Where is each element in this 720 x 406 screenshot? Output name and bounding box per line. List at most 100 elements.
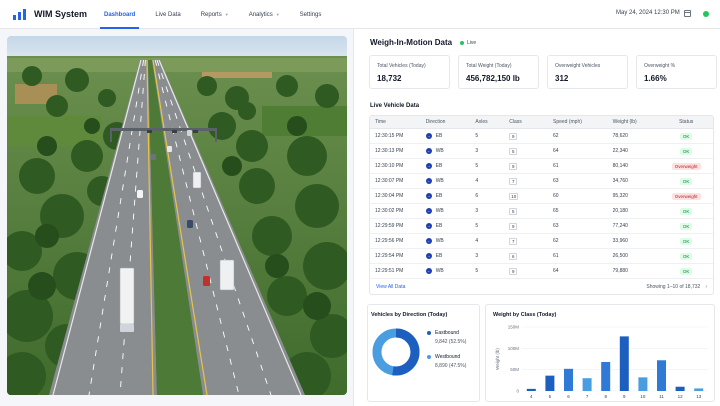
x-tick-label: 9 [623,394,626,399]
cell-time: 12:30:04 PM [375,193,404,199]
table-footer: View All Data Showing 1–10 of 18,732 › [370,279,713,294]
nav-dashboard-label: Dashboard [104,11,136,18]
nav-settings[interactable]: Settings [294,0,328,29]
bar-class-8 [601,361,611,391]
table-row[interactable]: 12:30:07 PM ← WB 4 7 63 34,760 OK [370,174,713,189]
column-header-speed[interactable]: Speed (mph) [548,119,608,125]
table-body: 12:30:15 PM → EB 5 9 62 78,620 OK 12:30:13 PM ← WB… [370,129,713,279]
legend-value: 8,890 (47.5%) [435,363,467,369]
cell-speed: 64 [552,148,559,154]
cell-axles: 3 [475,253,479,259]
stat-label: Overweight % [644,63,676,69]
table-row[interactable]: 12:29:56 PM ← WB 4 7 62 33,960 OK [370,234,713,249]
cell-direction: ← WB [421,208,471,214]
table-row[interactable]: 12:30:10 PM → EB 5 9 61 80,140 Overweight [370,159,713,174]
nav-analytics[interactable]: Analytics ▼ [243,0,286,29]
cell-speed: 63 [552,178,559,184]
table-row[interactable]: 12:29:54 PM → EB 3 6 61 26,500 OK [370,249,713,264]
cell-weight: 78,620 [612,133,628,139]
cell-axles: 5 [475,268,479,274]
stat-label: Total Weight (Today) [466,63,512,69]
nav-reports[interactable]: Reports ▼ [195,0,235,29]
direction-card: Vehicles by Direction (Today) Eastbound … [367,304,480,402]
table-row[interactable]: 12:30:02 PM ← WB 3 5 65 20,180 OK [370,204,713,219]
direction-arrow-icon: → [425,133,432,139]
column-header-class[interactable]: Class [504,119,548,125]
table-header: Time Direction Axles Class Speed (mph) W… [370,116,713,129]
x-tick-label: 7 [586,394,589,399]
status-badge: OK [679,147,693,155]
column-header-status[interactable]: Status [659,119,713,125]
stat-value: 1.66% [644,74,667,83]
direction-arrow-icon: ← [425,208,432,214]
calendar-icon[interactable] [684,10,691,17]
cell-axles: 3 [475,208,479,214]
nav-dashboard[interactable]: Dashboard [98,0,141,29]
view-all-data-link[interactable]: View All Data [376,284,405,290]
bar-class-9 [619,336,629,391]
weight-by-class-card: Weight by Class (Today) 0 50M 100M 150M Weig… [485,304,715,402]
highway-aerial-image [7,36,347,395]
table-row[interactable]: 12:29:59 PM → EB 5 9 63 77,240 OK [370,219,713,234]
nav-settings-label: Settings [299,11,322,18]
class-badge: 10 [509,192,519,200]
chevron-right-icon[interactable]: › [705,284,707,290]
cell-direction: ← WB [421,238,471,244]
cell-class: 5 [504,207,548,215]
cell-axles: 6 [475,193,479,199]
pagination-info: Showing 1–10 of 18,732 › [646,284,707,290]
bar-class-5 [545,375,555,391]
nav-live-data[interactable]: Live Data [149,0,186,29]
column-header-axles[interactable]: Axles [470,119,504,125]
cell-class: 6 [504,252,548,260]
cell-axles: 5 [475,223,479,229]
nav-reports-label: Reports [200,11,222,18]
y-tick-label: 150M [508,325,520,330]
stat-value: 312 [555,74,569,83]
stat-label: Total Vehicles (Today) [377,63,426,69]
table-row[interactable]: 12:29:51 PM ← WB 5 9 64 79,880 OK [370,264,713,279]
direction-arrow-icon: → [425,223,432,229]
direction-arrow-icon: → [425,163,432,169]
status-badge: OK [679,132,693,140]
stat-card-total-weight: Total Weight (Today) 456,782,150 lb [458,55,539,89]
direction-text: WB [435,178,444,184]
y-tick-label: 100M [508,346,520,351]
cell-speed: 62 [552,238,559,244]
stat-label: Overweight Vehicles [555,63,601,69]
cell-direction: → EB [421,223,471,229]
column-header-direction[interactable]: Direction [421,119,471,125]
direction-text: EB [435,133,443,139]
highway-illustration [7,36,347,395]
class-badge: 9 [509,132,518,140]
bar-class-13 [694,388,704,391]
cell-class: 5 [504,147,548,155]
table-row[interactable]: 12:30:13 PM ← WB 3 5 64 22,340 OK [370,144,713,159]
cell-status: OK [659,177,713,185]
bar-class-12 [675,386,685,391]
bar-class-11 [657,360,666,391]
x-tick-label: 6 [567,394,570,399]
status-badge: OK [679,237,693,245]
cell-status: OK [659,222,713,230]
panel-title: Weigh-In-Motion Data [370,38,453,47]
column-header-weight[interactable]: Weight (lb) [608,119,660,125]
legend-name: Westbound [435,354,461,360]
table-row[interactable]: 12:30:04 PM → EB 6 10 60 95,320 Overweight [370,189,713,204]
bar-class-4 [526,388,536,391]
wim-data-panel: Weigh-In-Motion Data Live Total Vehicles… [353,29,720,406]
column-header-time[interactable]: Time [370,119,421,125]
cell-class: 10 [504,192,548,200]
live-dot-icon [460,41,464,45]
table-row[interactable]: 12:30:15 PM → EB 5 9 62 78,620 OK [370,129,713,144]
stat-value: 18,732 [377,74,402,83]
status-badge: OK [679,177,693,185]
class-badge: 9 [509,222,518,230]
system-status-indicator [703,11,709,17]
chevron-down-icon: ▼ [224,12,229,17]
cell-weight: 77,240 [612,223,628,229]
nav-analytics-label: Analytics [248,11,273,18]
class-badge: 6 [509,252,518,260]
cell-time: 12:29:59 PM [375,223,404,229]
main-nav: Dashboard Live Data Reports ▼ Analytics ▼ … [98,0,335,29]
